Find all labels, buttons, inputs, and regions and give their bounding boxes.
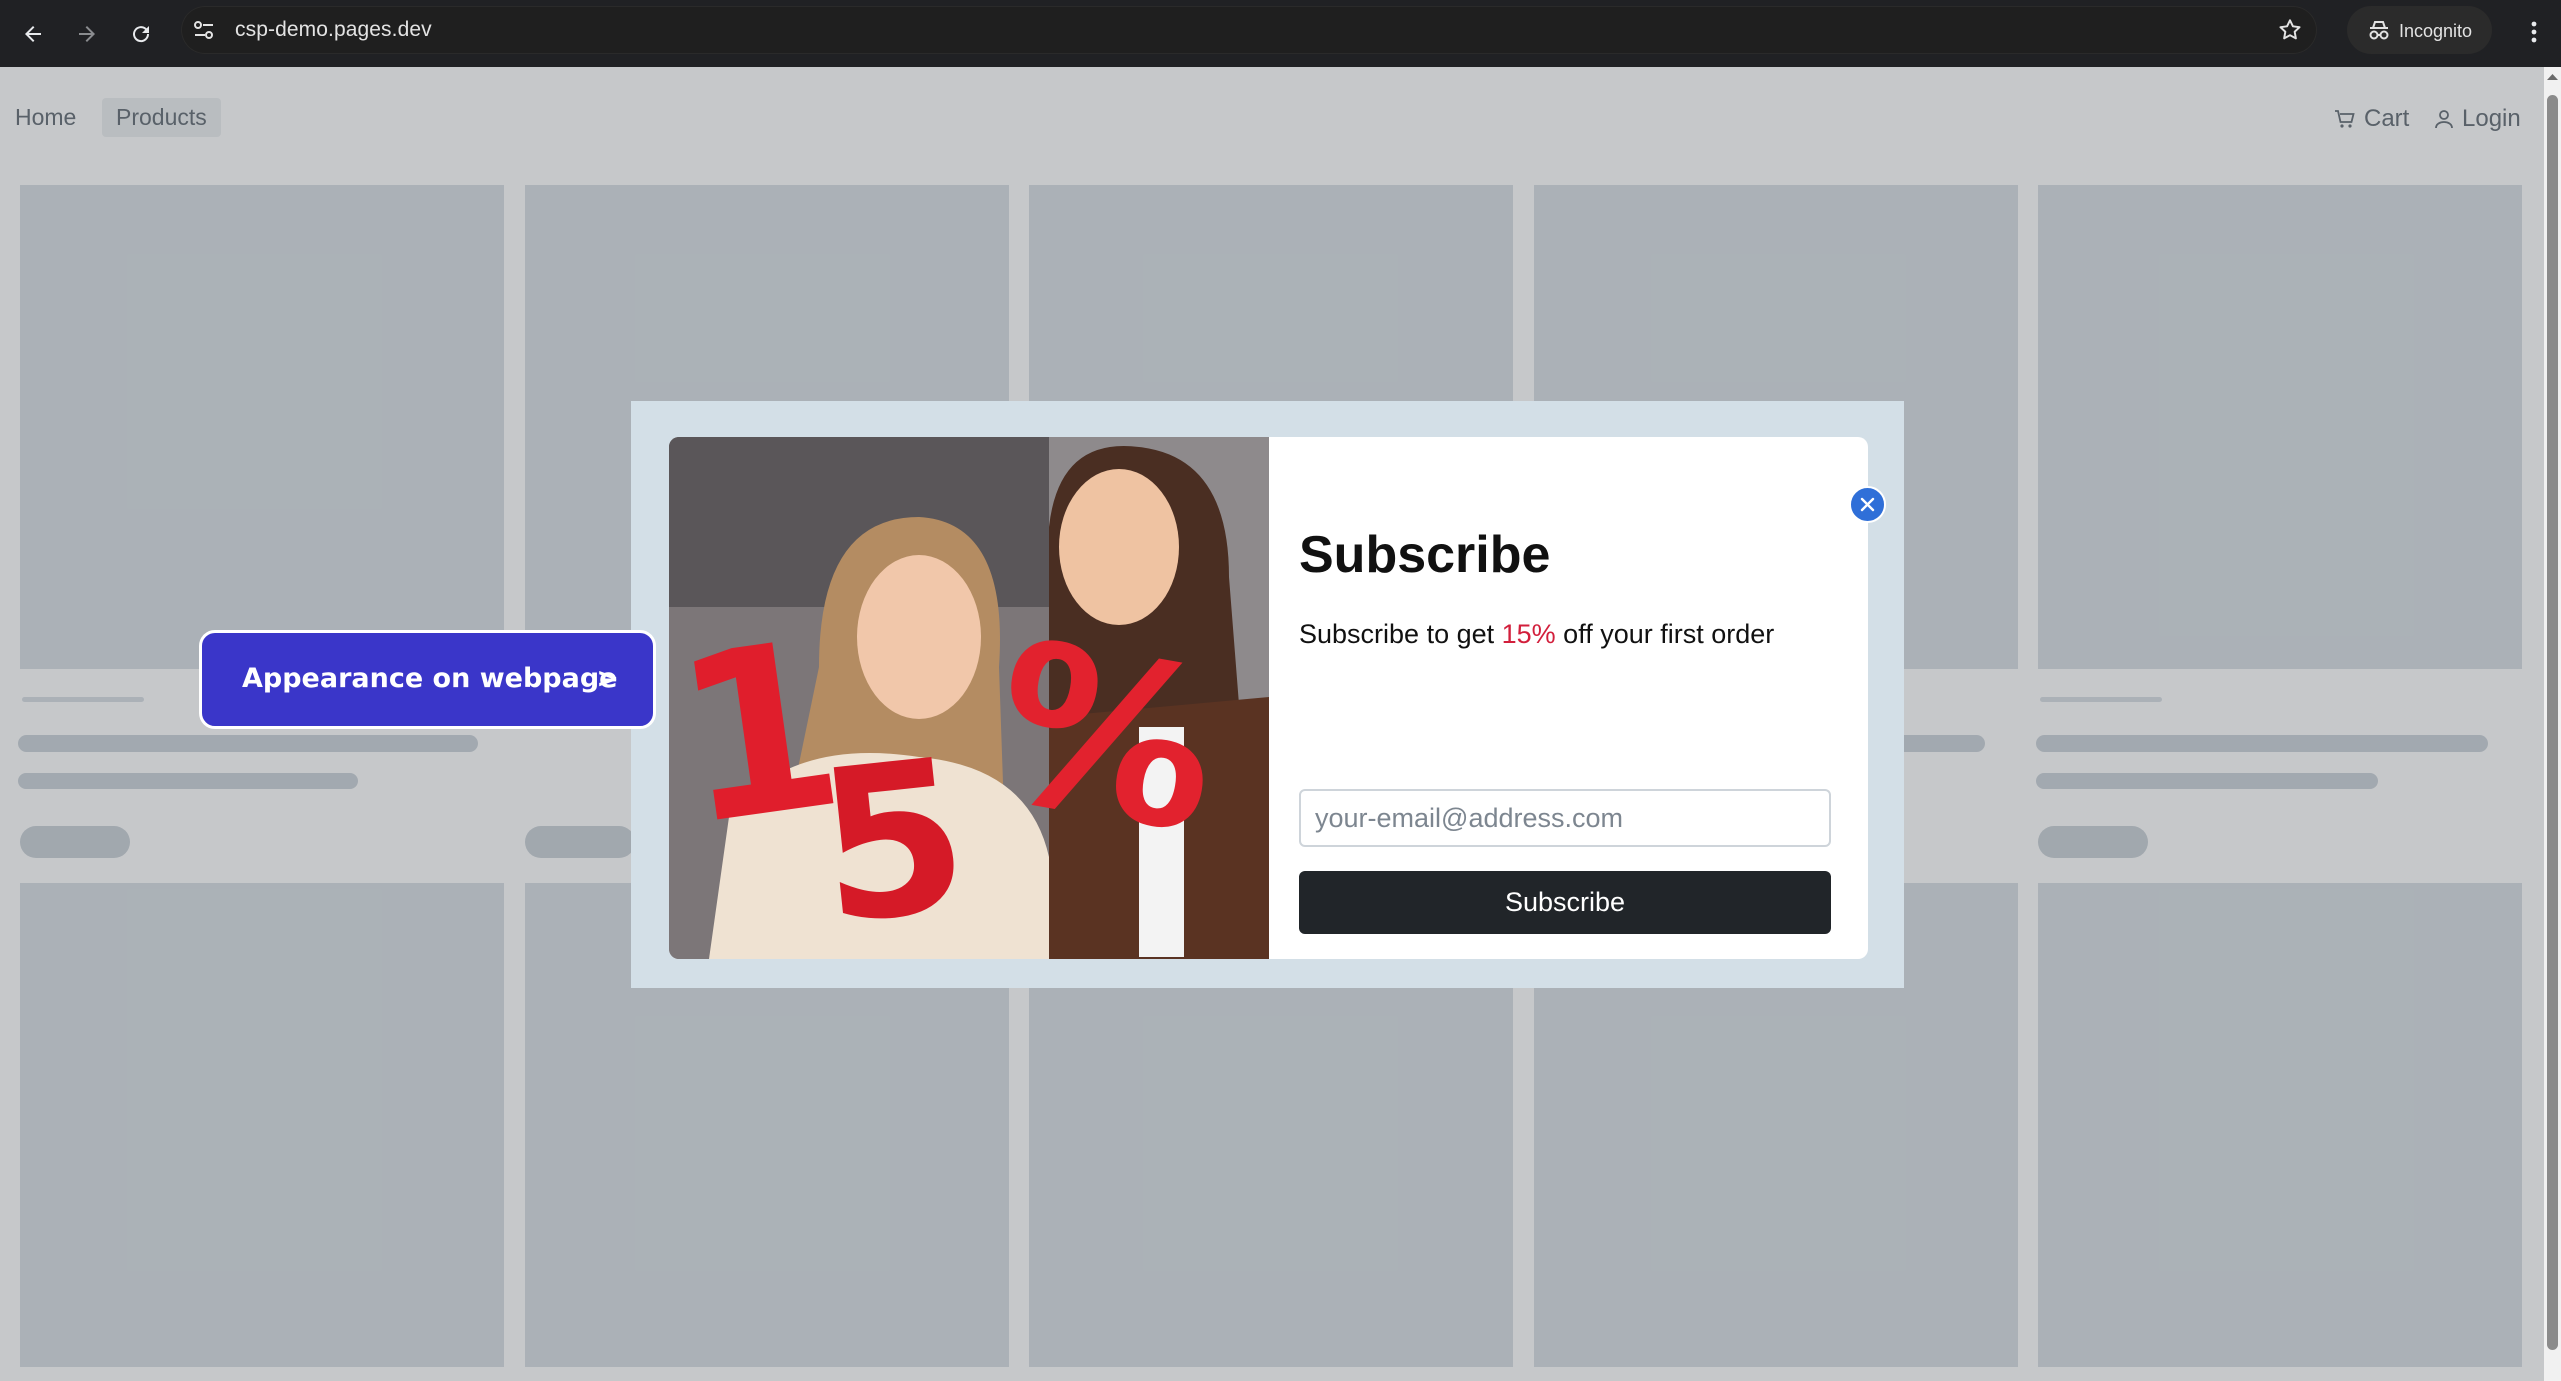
- reload-icon: [133, 26, 150, 43]
- reload-button[interactable]: [121, 14, 161, 54]
- promo-digit-5: 5: [807, 713, 978, 959]
- callout-arrow: >: [596, 663, 619, 694]
- arrow-right-icon: [79, 26, 95, 42]
- subscribe-popup: 1 5 % Subscribe Subscribe to get 15% off…: [669, 437, 1868, 959]
- subtitle-text: Subscribe to get: [1299, 619, 1502, 649]
- scrollbar-thumb[interactable]: [2547, 95, 2558, 1350]
- subscribe-button[interactable]: Subscribe: [1299, 871, 1831, 934]
- popup-title: Subscribe: [1299, 526, 1551, 584]
- close-popup-button[interactable]: [1849, 486, 1886, 523]
- subtitle-text: off your first order: [1555, 619, 1775, 649]
- incognito-label: Incognito: [2399, 21, 2473, 41]
- promo-illustration: 1 5 %: [669, 437, 1269, 959]
- forward-button[interactable]: [67, 14, 107, 54]
- url-text[interactable]: csp-demo.pages.dev: [235, 18, 432, 42]
- bookmark-star-icon[interactable]: [2277, 17, 2303, 43]
- site-settings-icon[interactable]: [193, 20, 215, 40]
- browser-menu-button[interactable]: [2514, 12, 2554, 52]
- incognito-indicator[interactable]: Incognito: [2347, 6, 2492, 54]
- scroll-up-arrow-icon[interactable]: [2544, 70, 2561, 84]
- promo-photo: 1 5 %: [669, 437, 1269, 959]
- back-button[interactable]: [13, 14, 53, 54]
- subscribe-form: Subscribe Subscribe to get 15% off your …: [1299, 437, 1839, 959]
- annotation-callout: Appearance on webpage >: [199, 630, 656, 729]
- browser-toolbar: csp-demo.pages.dev Incognito: [0, 0, 2561, 67]
- arrow-left-icon: [25, 26, 41, 42]
- promo-percent-sign: %: [975, 593, 1237, 883]
- discount-highlight: 15%: [1501, 619, 1556, 649]
- callout-label: Appearance on webpage: [242, 663, 618, 694]
- more-vert-icon: [2531, 21, 2537, 43]
- popup-subtitle: Subscribe to get 15% off your first orde…: [1299, 619, 1774, 650]
- email-input[interactable]: [1299, 789, 1831, 847]
- address-bar[interactable]: csp-demo.pages.dev: [181, 6, 2317, 54]
- incognito-icon: [2369, 21, 2389, 40]
- close-icon: [1860, 497, 1875, 512]
